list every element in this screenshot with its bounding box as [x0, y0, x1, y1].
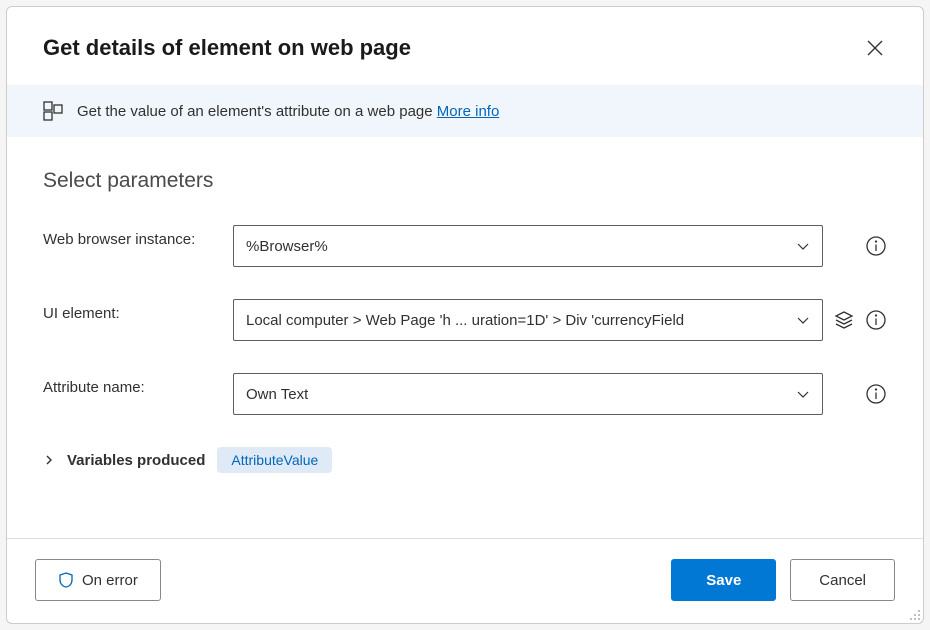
chevron-right-icon[interactable] — [43, 454, 55, 466]
variables-row: Variables produced AttributeValue — [43, 447, 887, 473]
uielement-layers-button[interactable] — [833, 309, 855, 331]
uielement-info-button[interactable] — [865, 309, 887, 331]
save-label: Save — [706, 572, 741, 589]
browser-value: %Browser% — [246, 238, 328, 255]
attribute-label: Attribute name: — [43, 373, 233, 396]
uielement-value: Local computer > Web Page 'h ... uration… — [246, 312, 684, 329]
attribute-value: Own Text — [246, 386, 308, 403]
uielement-control-wrap: Local computer > Web Page 'h ... uration… — [233, 299, 887, 341]
dialog-title: Get details of element on web page — [43, 35, 411, 61]
param-row-attribute: Attribute name: Own Text — [43, 373, 887, 415]
save-button[interactable]: Save — [671, 559, 776, 601]
chevron-down-icon — [796, 239, 810, 253]
browser-control-wrap: %Browser% — [233, 225, 887, 267]
layers-icon — [834, 310, 854, 330]
banner-description: Get the value of an element's attribute … — [77, 103, 437, 120]
chevron-down-icon — [796, 313, 810, 327]
on-error-label: On error — [82, 572, 138, 589]
attribute-control-wrap: Own Text — [233, 373, 887, 415]
browser-info-button[interactable] — [865, 235, 887, 257]
close-button[interactable] — [863, 36, 887, 60]
variable-pill[interactable]: AttributeValue — [217, 447, 332, 473]
dialog-header: Get details of element on web page — [7, 7, 923, 85]
grid-icon — [43, 101, 63, 121]
attribute-dropdown[interactable]: Own Text — [233, 373, 823, 415]
info-banner: Get the value of an element's attribute … — [7, 85, 923, 137]
shield-icon — [58, 572, 74, 588]
browser-dropdown[interactable]: %Browser% — [233, 225, 823, 267]
chevron-down-icon — [796, 387, 810, 401]
dialog-window: Get details of element on web page Get t… — [6, 6, 924, 624]
section-heading: Select parameters — [43, 169, 887, 193]
uielement-label: UI element: — [43, 299, 233, 322]
info-icon — [866, 236, 886, 256]
param-row-browser: Web browser instance: %Browser% — [43, 225, 887, 267]
footer-right: Save Cancel — [671, 559, 895, 601]
cancel-label: Cancel — [819, 572, 866, 589]
info-icon — [866, 384, 886, 404]
param-row-uielement: UI element: Local computer > Web Page 'h… — [43, 299, 887, 341]
info-icon — [866, 310, 886, 330]
params-section: Select parameters Web browser instance: … — [7, 137, 923, 538]
banner-text: Get the value of an element's attribute … — [77, 103, 499, 120]
variables-label: Variables produced — [67, 452, 205, 469]
dialog-footer: On error Save Cancel — [7, 539, 923, 623]
close-icon — [867, 40, 883, 56]
more-info-link[interactable]: More info — [437, 103, 500, 120]
cancel-button[interactable]: Cancel — [790, 559, 895, 601]
on-error-button[interactable]: On error — [35, 559, 161, 601]
browser-label: Web browser instance: — [43, 225, 233, 248]
uielement-dropdown[interactable]: Local computer > Web Page 'h ... uration… — [233, 299, 823, 341]
attribute-info-button[interactable] — [865, 383, 887, 405]
